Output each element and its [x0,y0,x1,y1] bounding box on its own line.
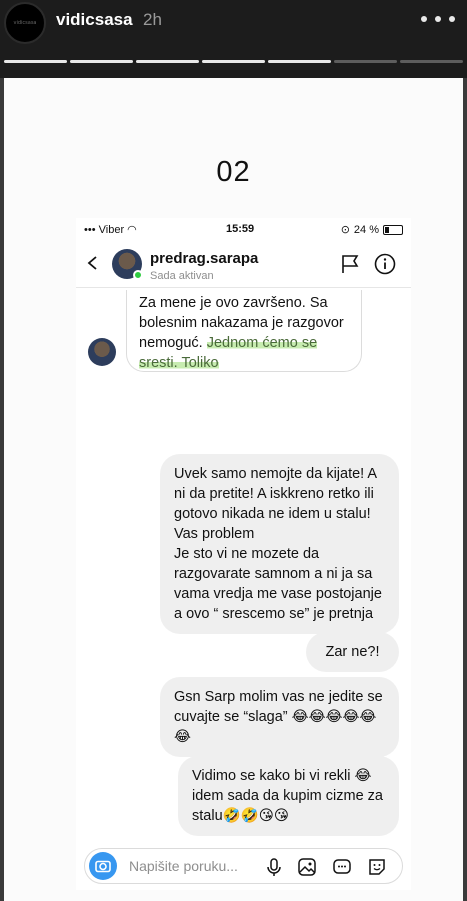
contact-status: Sada aktivan [150,270,214,282]
message-text: Uvek samo nemojte da kijate! A ni da pre… [174,466,382,622]
progress-segment [4,60,67,63]
battery-percent: 24 % [353,223,379,236]
status-time: 15:59 [226,223,255,235]
flag-icon[interactable] [340,254,360,274]
more-icon[interactable] [421,8,459,28]
signal-icon: ••• [84,224,96,236]
progress-segment [268,60,331,63]
story-progress [4,60,463,63]
message-input[interactable] [129,858,259,874]
story-time: 2h [143,10,162,29]
progress-segment [136,60,199,63]
story-content: 02 ••• Viber ◠ 15:59 ⊙ 24 % predrag.sara… [0,78,467,901]
outgoing-message: Uvek samo nemojte da kijate! A ni da pre… [160,454,399,634]
mic-icon[interactable] [263,856,285,878]
status-bar: ••• Viber ◠ 15:59 ⊙ 24 % [76,218,411,242]
progress-segment [400,60,463,63]
rotation-lock-icon: ⊙ [340,224,350,236]
message-text: Vidimo se kako bi vi rekli 😂 idem sada d… [192,768,383,824]
dm-header: predrag.sarapa Sada aktivan [76,242,411,288]
status-right: ⊙ 24 % [341,223,403,236]
story-header: vidicsasa vidicsasa 2h [0,0,467,78]
story-slide: 02 ••• Viber ◠ 15:59 ⊙ 24 % predrag.sara… [4,78,463,901]
outgoing-message: Vidimo se kako bi vi rekli 😂 idem sada d… [178,756,399,836]
progress-segment [70,60,133,63]
message-composer [84,848,403,884]
dm-screenshot: ••• Viber ◠ 15:59 ⊙ 24 % predrag.sarapa … [76,218,411,890]
progress-segment [334,60,397,63]
online-indicator [133,270,143,280]
message-text: Gsn Sarp molim vas ne jedite se cuvajte … [174,689,383,745]
slide-number: 02 [216,156,251,188]
outgoing-message: Gsn Sarp molim vas ne jedite se cuvajte … [160,677,399,757]
image-icon[interactable] [296,856,318,878]
sticker-icon[interactable] [331,856,353,878]
story-avatar-text: vidicsasa [13,20,37,26]
camera-icon[interactable] [89,852,117,880]
outgoing-message: Zar ne?! [306,632,399,672]
smiley-icon[interactable] [366,856,388,878]
wifi-icon: ◠ [127,224,137,236]
sender-avatar[interactable] [88,338,116,366]
story-avatar[interactable]: vidicsasa [4,2,46,44]
progress-segment [202,60,265,63]
battery-icon [383,224,403,235]
contact-name[interactable]: predrag.sarapa [150,250,258,267]
story-username[interactable]: vidicsasa [56,10,133,30]
carrier-label: ••• Viber ◠ [84,223,137,236]
info-icon[interactable] [374,253,396,275]
message-text: Zar ne?! [325,644,380,660]
incoming-message: Za mene je ovo završeno. Sa bolesnim nak… [126,290,362,372]
back-icon[interactable] [86,256,100,270]
carrier-text: Viber [98,224,125,236]
